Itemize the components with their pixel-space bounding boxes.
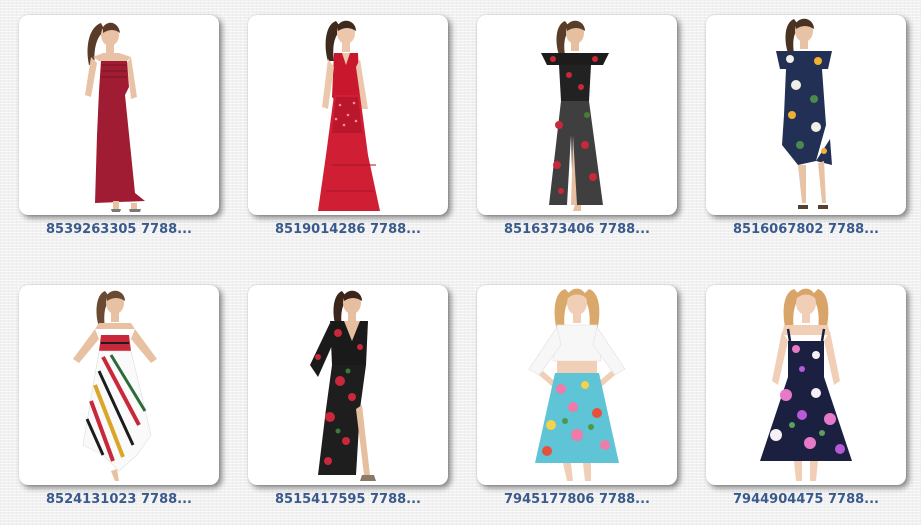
gallery-item[interactable]: 8519014286 7788... xyxy=(248,15,448,255)
product-thumbnail[interactable] xyxy=(706,285,906,485)
striped-handkerchief-hem-dress-photo xyxy=(73,290,157,481)
item-caption[interactable]: 8515417595 7788... xyxy=(248,492,448,507)
gallery-item[interactable]: 8515417595 7788... xyxy=(248,285,448,525)
item-caption[interactable]: 8524131023 7788... xyxy=(19,492,219,507)
item-caption[interactable]: 7945177806 7788... xyxy=(477,492,677,507)
black-floral-wrap-maxi-photo xyxy=(310,290,376,481)
gallery-item[interactable]: 7945177806 7788... xyxy=(477,285,677,525)
gallery-item[interactable]: 7944904475 7788... xyxy=(706,285,906,525)
item-caption[interactable]: 8516067802 7788... xyxy=(706,222,906,237)
gallery-item[interactable]: 8524131023 7788... xyxy=(19,285,219,525)
product-thumbnail[interactable] xyxy=(248,15,448,215)
gallery-item[interactable]: 8516067802 7788... xyxy=(706,15,906,255)
black-floral-offshoulder-maxi-photo xyxy=(541,20,609,211)
item-caption[interactable]: 7944904475 7788... xyxy=(706,492,906,507)
gallery-item[interactable]: 8516373406 7788... xyxy=(477,15,677,255)
product-thumbnail[interactable] xyxy=(477,15,677,215)
product-thumbnail[interactable] xyxy=(19,285,219,485)
red-strapless-maxi-dress-photo xyxy=(85,22,145,212)
white-top-floral-skirt-photo xyxy=(528,288,626,481)
product-thumbnail[interactable] xyxy=(19,15,219,215)
red-sequin-vneck-gown-photo xyxy=(318,20,380,211)
item-caption[interactable]: 8519014286 7788... xyxy=(248,222,448,237)
item-caption[interactable]: 8516373406 7788... xyxy=(477,222,677,237)
product-thumbnail[interactable] xyxy=(248,285,448,485)
product-thumbnail[interactable] xyxy=(477,285,677,485)
navy-floral-sundress-photo xyxy=(760,288,852,481)
image-gallery: 8539263305 7788... 8519014286 7788... 85… xyxy=(0,0,921,518)
product-thumbnail[interactable] xyxy=(706,15,906,215)
navy-floral-offshoulder-dress-photo xyxy=(776,18,832,209)
item-caption[interactable]: 8539263305 7788... xyxy=(19,222,219,237)
gallery-item[interactable]: 8539263305 7788... xyxy=(19,15,219,255)
